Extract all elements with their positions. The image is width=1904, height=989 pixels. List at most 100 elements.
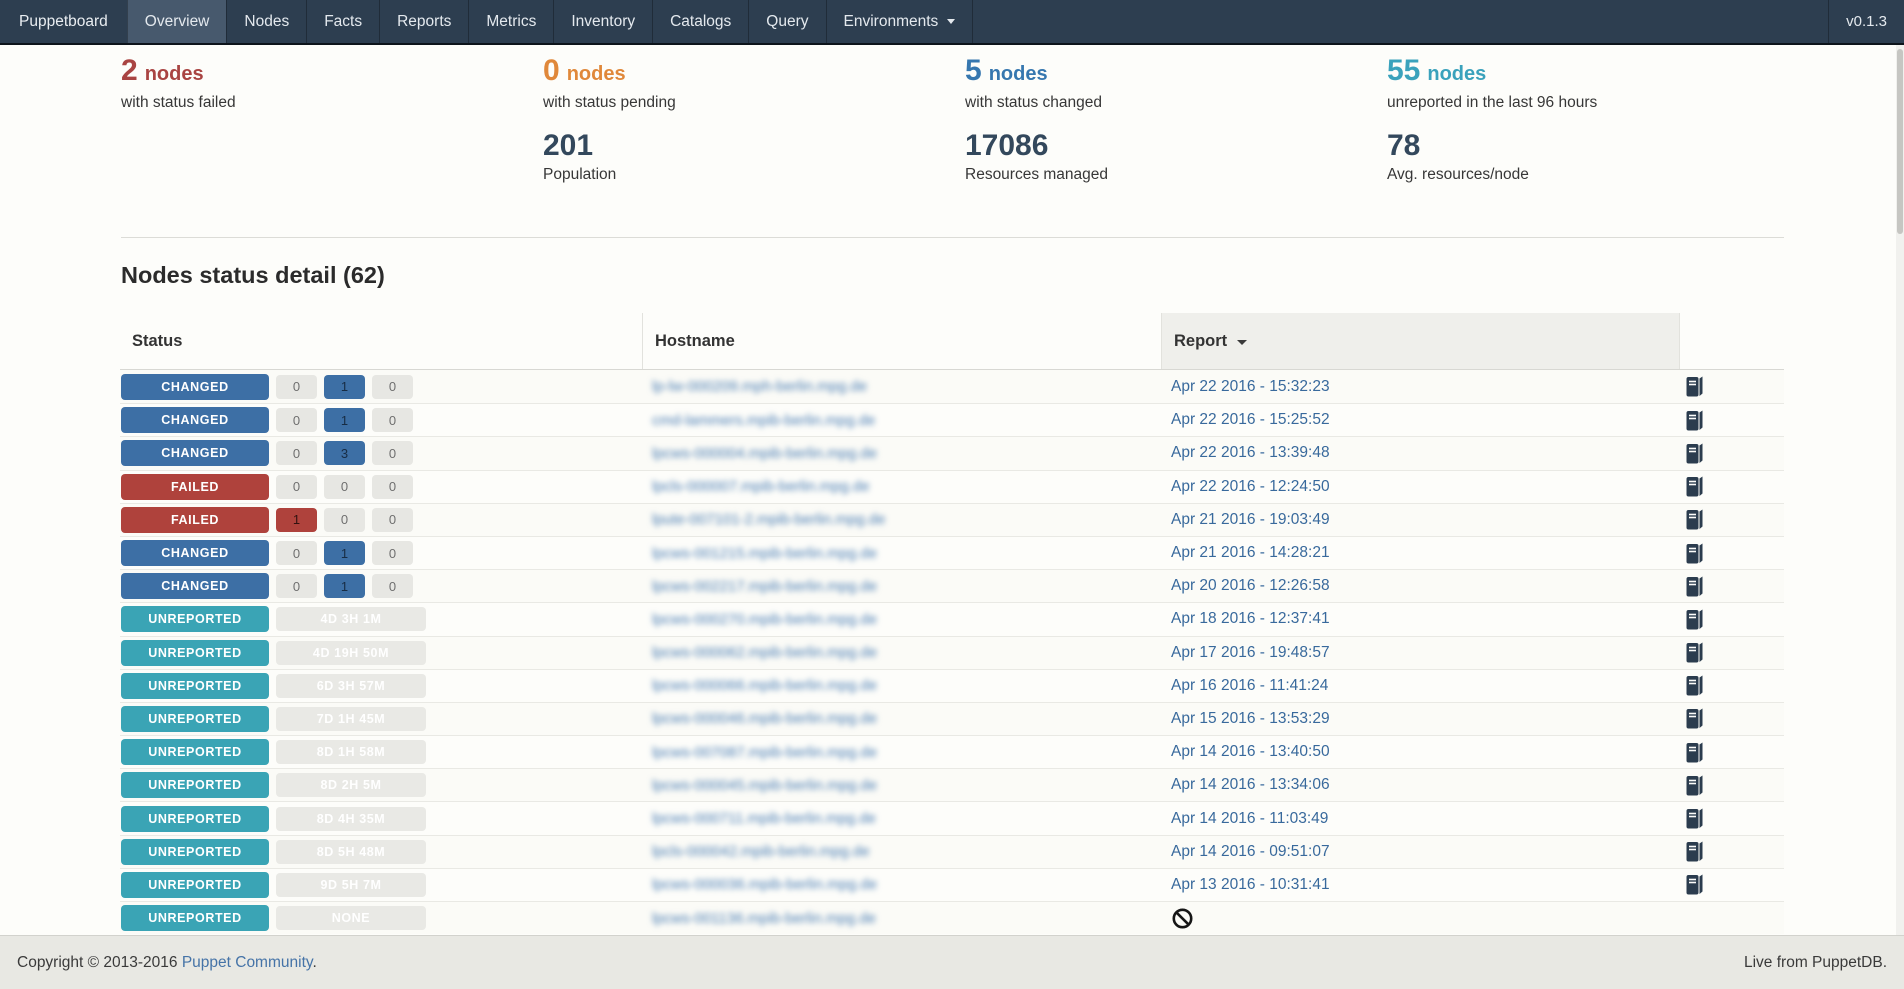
stat-count-failed: 2 [121, 54, 138, 87]
hostname-link[interactable]: lpcls-000042.mpib-berlin.mpg.de [652, 843, 870, 860]
report-book-icon[interactable] [1685, 708, 1704, 729]
hostname-link[interactable]: lpcws-001215.mpib-berlin.mpg.de [652, 545, 877, 562]
report-timestamp-link[interactable]: Apr 14 2016 - 13:40:50 [1171, 743, 1330, 761]
stat-caption-pending: with status pending [543, 93, 965, 112]
nav-tab-environments[interactable]: Environments [826, 0, 974, 43]
table-row: CHANGED010lpcws-001215.mpib-berlin.mpg.d… [120, 536, 1784, 569]
report-icon-cell [1679, 670, 1784, 702]
stat-caption-changed: with status changed [965, 93, 1387, 112]
column-header-hostname[interactable]: Hostname [642, 313, 1161, 369]
stat-card-pending: 0nodeswith status pending201Population [543, 55, 965, 184]
report-book-icon[interactable] [1685, 543, 1704, 564]
column-header-status[interactable]: Status [120, 313, 642, 369]
hostname-link[interactable]: lpcws-000046.mpib-berlin.mpg.de [652, 710, 877, 727]
nav-tab-query[interactable]: Query [748, 0, 825, 43]
report-cell: Apr 21 2016 - 19:03:49 [1161, 504, 1679, 536]
hostname-cell: lp-lw-000209.mph-berlin.mpg.de [642, 370, 1161, 403]
hostname-link[interactable]: cmd-lammers.mpib-berlin.mpg.de [652, 412, 875, 429]
nav-tab-label: Nodes [244, 0, 289, 43]
status-badge-failed: FAILED [121, 507, 269, 533]
unreported-duration-badge: 9D 5H 7M [276, 873, 426, 897]
nav-tab-catalogs[interactable]: Catalogs [652, 0, 748, 43]
report-book-icon[interactable] [1685, 376, 1704, 397]
report-timestamp-link[interactable]: Apr 17 2016 - 19:48:57 [1171, 644, 1330, 662]
status-badge-unreported: UNREPORTED [121, 772, 269, 798]
report-timestamp-link[interactable]: Apr 14 2016 - 11:03:49 [1171, 810, 1328, 828]
report-timestamp-link[interactable]: Apr 15 2016 - 13:53:29 [1171, 710, 1330, 728]
status-badge-unreported: UNREPORTED [121, 739, 269, 765]
report-book-icon[interactable] [1685, 808, 1704, 829]
status-badge-unreported: UNREPORTED [121, 839, 269, 865]
status-cell: CHANGED010 [120, 404, 642, 436]
brand-puppetboard[interactable]: Puppetboard [0, 0, 127, 43]
report-book-icon[interactable] [1685, 675, 1704, 696]
report-book-icon[interactable] [1685, 509, 1704, 530]
report-book-icon[interactable] [1685, 742, 1704, 763]
hostname-link[interactable]: lpcws-007087.mpib-berlin.mpg.de [652, 744, 877, 761]
copyright-text: Copyright © 2013-2016 [17, 954, 182, 971]
status-cell: UNREPORTED9D 5H 7M [120, 869, 642, 901]
report-timestamp-link[interactable]: Apr 22 2016 - 12:24:50 [1171, 478, 1330, 496]
hostname-link[interactable]: lpcws-000062.mpib-berlin.mpg.de [652, 644, 877, 661]
stat-metric-value: 201 [543, 130, 965, 162]
status-cell: UNREPORTED4D 19H 50M [120, 637, 642, 669]
report-timestamp-link[interactable]: Apr 13 2016 - 10:31:41 [1171, 876, 1330, 894]
hostname-link[interactable]: lpute-007101-2.mpib-berlin.mpg.de [652, 511, 885, 528]
stat-count-pending: 0 [543, 54, 560, 87]
hostname-link[interactable]: lp-lw-000209.mph-berlin.mpg.de [652, 378, 867, 395]
report-book-icon[interactable] [1685, 874, 1704, 895]
scrollbar-thumb[interactable] [1897, 49, 1903, 234]
report-book-icon[interactable] [1685, 410, 1704, 431]
nav-tab-nodes[interactable]: Nodes [226, 0, 306, 43]
nav-tab-facts[interactable]: Facts [306, 0, 379, 43]
report-book-icon[interactable] [1685, 576, 1704, 597]
nav-tab-inventory[interactable]: Inventory [553, 0, 652, 43]
hostname-link[interactable]: lpcws-000045.mpib-berlin.mpg.de [652, 777, 877, 794]
hostname-link[interactable]: lpcws-000270.mpib-berlin.mpg.de [652, 611, 877, 628]
report-timestamp-link[interactable]: Apr 21 2016 - 14:28:21 [1171, 544, 1330, 562]
report-timestamp-link[interactable]: Apr 18 2016 - 12:37:41 [1171, 610, 1330, 628]
report-cell: Apr 22 2016 - 13:39:48 [1161, 437, 1679, 469]
hostname-cell: lpcws-000270.mpib-berlin.mpg.de [642, 603, 1161, 635]
resource-counter: 0 [372, 475, 413, 499]
report-timestamp-link[interactable]: Apr 16 2016 - 11:41:24 [1171, 677, 1328, 695]
hostname-link[interactable]: lpcws-000036.mpib-berlin.mpg.de [652, 876, 877, 893]
nav-tab-overview[interactable]: Overview [127, 0, 227, 43]
nav-tab-metrics[interactable]: Metrics [468, 0, 553, 43]
hostname-link[interactable]: lpcws-000004.mpib-berlin.mpg.de [652, 445, 877, 462]
report-timestamp-link[interactable]: Apr 21 2016 - 19:03:49 [1171, 511, 1330, 529]
hostname-link[interactable]: lpcws-002217.mpib-berlin.mpg.de [652, 578, 877, 595]
report-timestamp-link[interactable]: Apr 20 2016 - 12:26:58 [1171, 577, 1330, 595]
hostname-link[interactable]: lpcws-000066.mpib-berlin.mpg.de [652, 677, 877, 694]
nav-tabs: Overview Nodes FactsReportsMetricsInventor… [127, 0, 974, 43]
column-header-report[interactable]: Report [1161, 313, 1679, 369]
report-book-icon[interactable] [1685, 609, 1704, 630]
report-timestamp-link[interactable]: Apr 22 2016 - 15:25:52 [1171, 411, 1330, 429]
report-timestamp-link[interactable]: Apr 14 2016 - 09:51:07 [1171, 843, 1330, 861]
footer-live-status: Live from PuppetDB. [1744, 954, 1887, 972]
report-book-icon[interactable] [1685, 642, 1704, 663]
report-book-icon[interactable] [1685, 443, 1704, 464]
table-row: UNREPORTED4D 3H 1Mlpcws-000270.mpib-berl… [120, 602, 1784, 635]
nav-tab-reports[interactable]: Reports [379, 0, 468, 43]
unreported-duration-badge: 4D 3H 1M [276, 607, 426, 631]
status-cell: UNREPORTED7D 1H 45M [120, 703, 642, 735]
hostname-link[interactable]: lpcls-000007.mpib-berlin.mpg.de [652, 478, 870, 495]
report-timestamp-link[interactable]: Apr 22 2016 - 13:39:48 [1171, 444, 1330, 462]
stat-unit-label: nodes [567, 63, 626, 85]
puppet-community-link[interactable]: Puppet Community [182, 954, 313, 971]
report-timestamp-link[interactable]: Apr 22 2016 - 15:32:23 [1171, 378, 1330, 396]
status-cell: UNREPORTED8D 5H 48M [120, 836, 642, 868]
table-row: UNREPORTED8D 4H 35Mlpcws-000711.mpib-ber… [120, 801, 1784, 834]
report-icon-cell [1679, 769, 1784, 801]
report-book-icon[interactable] [1685, 775, 1704, 796]
stat-metric-value: 78 [1387, 130, 1809, 162]
report-book-icon[interactable] [1685, 476, 1704, 497]
vertical-scrollbar[interactable] [1896, 45, 1904, 989]
resource-counter: 0 [276, 441, 317, 465]
unreported-duration-badge: 8D 4H 35M [276, 807, 426, 831]
hostname-link[interactable]: lpcws-000711.mpib-berlin.mpg.de [652, 810, 876, 827]
report-timestamp-link[interactable]: Apr 14 2016 - 13:34:06 [1171, 776, 1330, 794]
report-book-icon[interactable] [1685, 841, 1704, 862]
hostname-link[interactable]: lpcws-001136.mpib-berlin.mpg.de [652, 910, 876, 927]
